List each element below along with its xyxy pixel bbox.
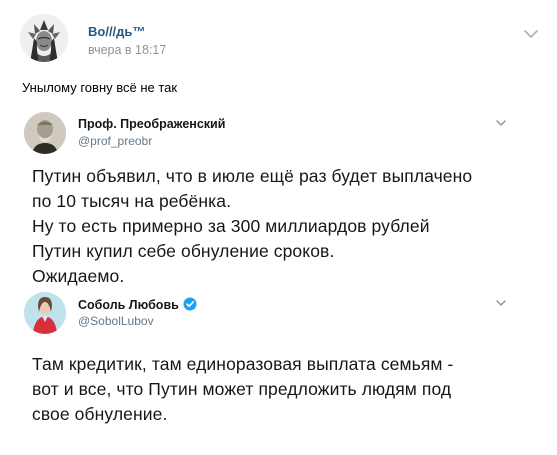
tweet-text-line: вот и все, что Путин может предложить лю… bbox=[32, 379, 452, 399]
post-timestamp[interactable]: вчера в 18:17 bbox=[88, 43, 166, 57]
post-text: Унылому говну всё не так bbox=[22, 80, 178, 95]
author-name[interactable]: Bo///дь™ bbox=[88, 24, 145, 39]
post-menu-chevron-icon[interactable] bbox=[520, 26, 542, 42]
native-headdress-icon bbox=[20, 14, 68, 62]
tweet-author-avatar[interactable] bbox=[24, 112, 66, 154]
tweet-text: Путин объявил, что в июле ещё раз будет … bbox=[32, 164, 472, 289]
tweet-text-line: свое обнуление. bbox=[32, 404, 168, 424]
professor-portrait-icon bbox=[24, 112, 66, 154]
author-avatar[interactable] bbox=[20, 14, 68, 62]
embedded-tweet: Соболь Любовь @SobolLubov Там кредитик, … bbox=[24, 292, 534, 455]
tweet-author-avatar[interactable] bbox=[24, 292, 66, 334]
post-header: Bo///дь™ вчера в 18:17 bbox=[20, 14, 542, 62]
tweet-text-line: по 10 тысяч на ребёнка. bbox=[32, 191, 232, 211]
tweet-text-line: Путин объявил, что в июле ещё раз будет … bbox=[32, 166, 473, 186]
tweet-text-line: Там кредитик, там единоразовая выплата с… bbox=[32, 354, 454, 374]
tweet-text-line: Путин купил себе обнуление сроков. bbox=[32, 241, 335, 261]
tweet-menu-chevron-icon[interactable] bbox=[494, 116, 508, 128]
verified-badge-icon bbox=[183, 297, 197, 314]
tweet-menu-chevron-icon[interactable] bbox=[494, 296, 508, 308]
tweet-text-line: Ожидаемо. bbox=[32, 266, 125, 286]
tweet-author-handle[interactable]: @prof_preobr bbox=[78, 134, 152, 148]
tweet-author-name[interactable]: Соболь Любовь bbox=[78, 297, 197, 314]
embedded-tweet: Проф. Преображенский @prof_preobr Путин … bbox=[24, 112, 534, 292]
tweet-author-name-text[interactable]: Соболь Любовь bbox=[78, 298, 179, 312]
tweet-author-handle[interactable]: @SobolLubov bbox=[78, 314, 154, 328]
tweet-text: Там кредитик, там единоразовая выплата с… bbox=[32, 352, 453, 427]
tweet-text-line: Ну то есть примерно за 300 миллиардов ру… bbox=[32, 216, 430, 236]
woman-portrait-icon bbox=[24, 292, 66, 334]
tweet-author-name[interactable]: Проф. Преображенский bbox=[78, 117, 225, 131]
